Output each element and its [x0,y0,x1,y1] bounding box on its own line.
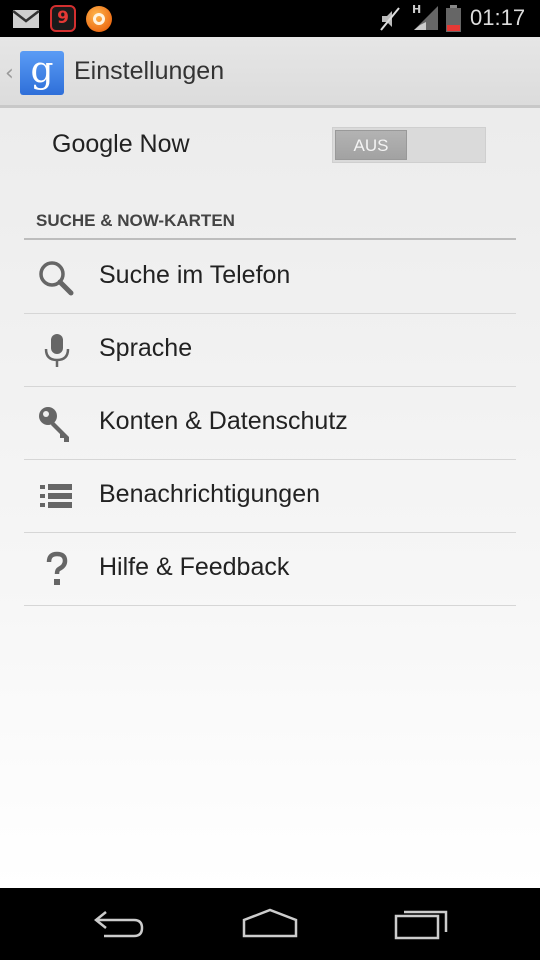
search-icon [39,261,74,296]
list-icon [40,484,72,508]
list-divider [24,605,516,606]
back-icon[interactable] [90,906,150,942]
notification-nine-icon: 9 [50,5,76,32]
menu-item-label: Hilfe & Feedback [99,553,290,581]
key-icon [39,407,69,442]
menu-item-help-feedback[interactable]: Hilfe & Feedback [24,533,516,606]
google-now-label: Google Now [52,130,190,158]
section-divider [24,238,516,240]
orange-app-icon [86,6,112,32]
menu-item-label: Sprache [99,334,193,362]
toggle-thumb[interactable]: AUS [335,130,407,160]
microphone-icon [44,334,70,367]
home-icon[interactable] [240,906,300,942]
page-title: Einstellungen [74,57,225,85]
signal-icon [414,6,438,30]
menu-item-label: Benachrichtigungen [99,480,320,508]
battery-icon [446,5,461,32]
mail-icon [12,10,40,28]
help-icon [46,551,68,585]
recents-icon[interactable] [390,906,450,942]
google-logo-icon[interactable]: g [20,51,64,95]
google-now-row[interactable]: Google Now AUS [0,108,540,188]
menu-item-speech[interactable]: Sprache [24,314,516,387]
menu-item-search-phone[interactable]: Suche im Telefon [24,241,516,314]
menu-item-label: Suche im Telefon [99,261,291,289]
back-chevron-icon[interactable]: ‹ [5,61,14,86]
action-bar: ‹ g Einstellungen [0,37,540,108]
settings-content: Google Now AUS SUCHE & NOW-KARTEN Suche … [0,108,540,888]
navigation-bar [0,888,540,960]
status-clock: 01:17 [470,5,526,30]
menu-item-accounts-privacy[interactable]: Konten & Datenschutz [24,387,516,460]
menu-item-label: Konten & Datenschutz [99,407,348,435]
mute-icon [380,7,400,31]
section-header: SUCHE & NOW-KARTEN [36,211,235,230]
google-now-toggle[interactable]: AUS [332,127,486,163]
menu-item-notifications[interactable]: Benachrichtigungen [24,460,516,533]
status-bar: 9 H 01:17 [0,0,540,37]
